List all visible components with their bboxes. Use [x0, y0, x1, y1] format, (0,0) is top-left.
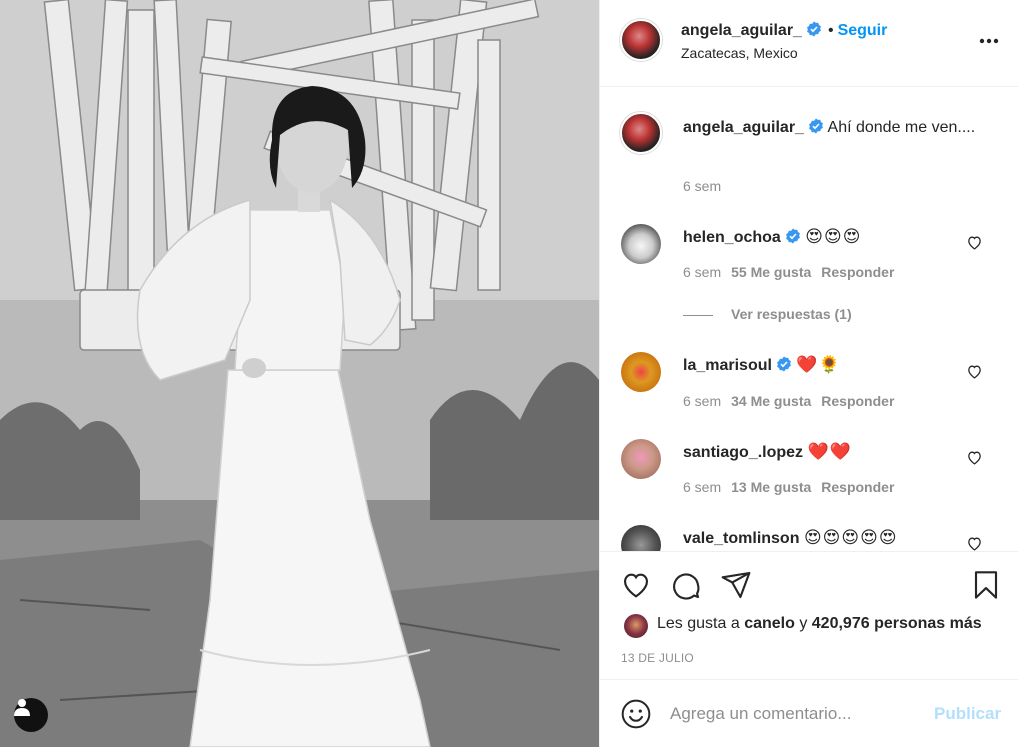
comment-meta: 6 sem 34 Me gusta Responder: [683, 393, 894, 409]
publish-button[interactable]: Publicar: [934, 704, 1001, 724]
caption: angela_aguilar_ Ahí donde me ven....: [683, 117, 983, 141]
comment-time[interactable]: 6 sem: [683, 264, 721, 280]
heart-icon[interactable]: [966, 535, 983, 551]
bookmark-icon[interactable]: [970, 569, 1002, 601]
liker-username[interactable]: canelo: [744, 615, 795, 632]
reply-button[interactable]: Responder: [821, 479, 894, 495]
comment-text: 😍😍😍😍😍: [803, 528, 898, 547]
comment-username[interactable]: helen_ochoa: [683, 229, 781, 246]
verified-badge-icon: [806, 21, 822, 42]
reply-button[interactable]: Responder: [821, 393, 894, 409]
more-options-icon[interactable]: [978, 30, 1000, 52]
comment-row: vale_tomlinson 😍😍😍😍😍: [683, 528, 898, 548]
likes-connector: y: [799, 615, 808, 632]
heart-icon[interactable]: [966, 363, 983, 380]
comment-row: santiago_.lopez ❤️❤️: [683, 442, 852, 462]
heart-icon[interactable]: [966, 234, 983, 251]
comment-meta: 6 sem 55 Me gusta Responder: [683, 264, 894, 280]
comment-time[interactable]: 6 sem: [683, 393, 721, 409]
comment-meta: 6 sem 13 Me gusta Responder: [683, 479, 894, 495]
comment-username[interactable]: santiago_.lopez: [683, 444, 803, 461]
comment-bubble-icon[interactable]: [670, 569, 702, 601]
comment-avatar[interactable]: [621, 224, 661, 264]
caption-text: Ahí donde me ven....: [827, 119, 976, 136]
likes-summary: Les gusta a canelo y 420,976 personas má…: [657, 615, 982, 633]
verified-badge-icon: [808, 118, 824, 141]
comment-text: ❤️❤️: [807, 442, 852, 461]
view-replies-label: Ver respuestas (1): [731, 306, 852, 322]
caption-avatar[interactable]: [620, 112, 662, 154]
add-comment-bar: Publicar: [600, 679, 1018, 747]
comment-input[interactable]: [670, 700, 920, 728]
comment-likes[interactable]: 13 Me gusta: [731, 479, 811, 495]
comment-row: helen_ochoa 😍😍😍: [683, 227, 861, 249]
avatar[interactable]: [620, 19, 662, 61]
follow-button[interactable]: Seguir: [838, 22, 888, 39]
view-replies-link[interactable]: Ver respuestas (1): [683, 306, 852, 322]
caption-username[interactable]: angela_aguilar_: [683, 119, 804, 136]
post-date[interactable]: 13 DE JULIO: [621, 651, 694, 665]
comment-time[interactable]: 6 sem: [683, 479, 721, 495]
post-photo[interactable]: [0, 0, 599, 747]
comment-username[interactable]: vale_tomlinson: [683, 530, 799, 547]
comment-likes[interactable]: 34 Me gusta: [731, 393, 811, 409]
replies-divider: [683, 314, 713, 316]
header-username[interactable]: angela_aguilar_: [681, 22, 802, 39]
comment-avatar[interactable]: [621, 525, 661, 551]
user-tag-icon[interactable]: [14, 698, 48, 732]
verified-badge-icon: [776, 356, 792, 377]
header-user-line: angela_aguilar_ • Seguir: [681, 21, 887, 42]
likes-prefix: Les gusta a: [657, 615, 740, 632]
comment-text: ❤️🌻: [796, 355, 841, 374]
comments-list[interactable]: angela_aguilar_ Ahí donde me ven.... 6 s…: [600, 88, 1018, 551]
caption-time[interactable]: 6 sem: [683, 178, 721, 194]
comment-likes[interactable]: 55 Me gusta: [731, 264, 811, 280]
liker-avatar[interactable]: [624, 614, 648, 638]
comment-text: 😍😍😍: [805, 227, 862, 246]
location-link[interactable]: Zacatecas, Mexico: [681, 45, 798, 61]
comment-avatar[interactable]: [621, 439, 661, 479]
paper-plane-icon[interactable]: [720, 569, 752, 601]
post-header: angela_aguilar_ • Seguir Zacatecas, Mexico: [600, 0, 1018, 87]
photo-illustration: [0, 0, 599, 747]
heart-icon[interactable]: [620, 569, 652, 601]
smiley-icon[interactable]: [620, 698, 652, 730]
heart-icon[interactable]: [966, 449, 983, 466]
comment-row: la_marisoul ❤️🌻: [683, 355, 841, 377]
verified-badge-icon: [785, 228, 801, 249]
comment-avatar[interactable]: [621, 352, 661, 392]
post-side-panel: angela_aguilar_ • Seguir Zacatecas, Mexico…: [599, 0, 1018, 747]
comment-username[interactable]: la_marisoul: [683, 357, 772, 374]
reply-button[interactable]: Responder: [821, 264, 894, 280]
likes-count-button[interactable]: 420,976 personas más: [812, 615, 982, 632]
header-separator: •: [827, 22, 834, 39]
action-bar: Les gusta a canelo y 420,976 personas má…: [600, 551, 1018, 679]
